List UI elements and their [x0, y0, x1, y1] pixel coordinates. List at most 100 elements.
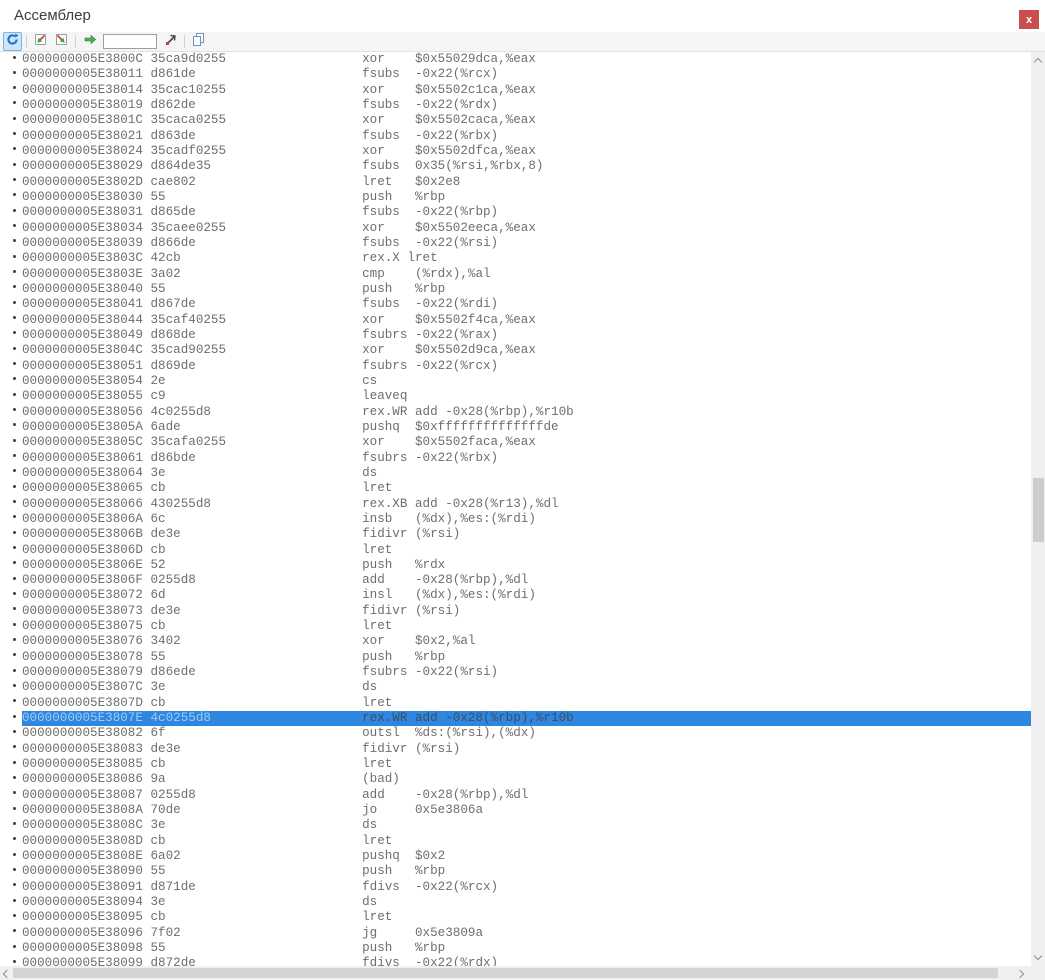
disasm-row[interactable]: 0000000005E3802D cae802 lret $0x2e8	[0, 175, 1031, 190]
breakpoint-gutter[interactable]	[0, 497, 22, 512]
breakpoint-gutter[interactable]	[0, 205, 22, 220]
breakpoint-gutter[interactable]	[0, 98, 22, 113]
breakpoint-gutter[interactable]	[0, 359, 22, 374]
breakpoint-gutter[interactable]	[0, 221, 22, 236]
disasm-row[interactable]: 0000000005E3801C 35caca0255 xor $0x5502c…	[0, 113, 1031, 128]
address-input[interactable]	[103, 34, 157, 49]
disasm-row[interactable]: 0000000005E38049 d868de fsubrs -0x22(%ra…	[0, 328, 1031, 343]
breakpoint-gutter[interactable]	[0, 512, 22, 527]
disasm-row[interactable]: 0000000005E38095 cb lret	[0, 910, 1031, 925]
breakpoint-gutter[interactable]	[0, 956, 22, 966]
disasm-row[interactable]: 0000000005E38075 cb lret	[0, 619, 1031, 634]
breakpoint-gutter[interactable]	[0, 665, 22, 680]
breakpoint-gutter[interactable]	[0, 788, 22, 803]
horizontal-scrollbar-thumb[interactable]	[13, 968, 998, 978]
disasm-row[interactable]: 0000000005E38087 0255d8 add -0x28(%rbp),…	[0, 788, 1031, 803]
power-refresh-button[interactable]	[3, 32, 22, 51]
breakpoint-gutter[interactable]	[0, 466, 22, 481]
disasm-row[interactable]: 0000000005E38091 d871de fdivs -0x22(%rcx…	[0, 880, 1031, 895]
goto-address-button[interactable]	[161, 32, 180, 51]
disasm-row[interactable]: 0000000005E38030 55 push %rbp	[0, 190, 1031, 205]
disasm-row[interactable]: 0000000005E38090 55 push %rbp	[0, 864, 1031, 879]
disasm-row[interactable]: 0000000005E3808A 70de jo 0x5e3806a	[0, 803, 1031, 818]
disasm-row[interactable]: 0000000005E38066 430255d8 rex.XB add -0x…	[0, 497, 1031, 512]
breakpoint-gutter[interactable]	[0, 726, 22, 741]
disasm-row[interactable]: 0000000005E38056 4c0255d8 rex.WR add -0x…	[0, 405, 1031, 420]
breakpoint-gutter[interactable]	[0, 573, 22, 588]
breakpoint-gutter[interactable]	[0, 634, 22, 649]
scroll-right-icon[interactable]	[1016, 969, 1024, 977]
scroll-down-icon[interactable]	[1034, 952, 1042, 960]
breakpoint-gutter[interactable]	[0, 389, 22, 404]
disasm-row[interactable]: 0000000005E38021 d863de fsubs -0x22(%rbx…	[0, 129, 1031, 144]
breakpoint-gutter[interactable]	[0, 313, 22, 328]
disasm-row[interactable]: 0000000005E38099 d872de fdivs -0x22(%rdx…	[0, 956, 1031, 966]
scroll-up-icon[interactable]	[1034, 58, 1042, 66]
disasm-row[interactable]: 0000000005E38072 6d insl (%dx),%es:(%rdi…	[0, 588, 1031, 603]
disasm-row[interactable]: 0000000005E38065 cb lret	[0, 481, 1031, 496]
breakpoint-gutter[interactable]	[0, 742, 22, 757]
disasm-row[interactable]: 0000000005E38073 de3e fidivr (%rsi)	[0, 604, 1031, 619]
breakpoint-gutter[interactable]	[0, 818, 22, 833]
breakpoint-gutter[interactable]	[0, 543, 22, 558]
disasm-row[interactable]: 0000000005E3806B de3e fidivr (%rsi)	[0, 527, 1031, 542]
breakpoint-gutter[interactable]	[0, 328, 22, 343]
disasm-row[interactable]: 0000000005E3803E 3a02 cmp (%rdx),%al	[0, 267, 1031, 282]
disasm-row[interactable]: 0000000005E3807D cb lret	[0, 696, 1031, 711]
disasm-row[interactable]: 0000000005E38086 9a (bad)	[0, 772, 1031, 787]
breakpoint-gutter[interactable]	[0, 619, 22, 634]
disasm-row[interactable]: 0000000005E3805C 35cafa0255 xor $0x5502f…	[0, 435, 1031, 450]
go-button[interactable]	[80, 32, 99, 51]
breakpoint-gutter[interactable]	[0, 880, 22, 895]
disasm-row[interactable]: 0000000005E38078 55 push %rbp	[0, 650, 1031, 665]
breakpoint-gutter[interactable]	[0, 910, 22, 925]
vertical-scrollbar[interactable]	[1031, 52, 1045, 966]
disasm-row[interactable]: 0000000005E38040 55 push %rbp	[0, 282, 1031, 297]
disasm-row[interactable]: 0000000005E3806F 0255d8 add -0x28(%rbp),…	[0, 573, 1031, 588]
disasm-row[interactable]: 0000000005E3806D cb lret	[0, 543, 1031, 558]
breakpoint-gutter[interactable]	[0, 297, 22, 312]
disasm-row[interactable]: 0000000005E38019 d862de fsubs -0x22(%rdx…	[0, 98, 1031, 113]
breakpoint-gutter[interactable]	[0, 803, 22, 818]
breakpoint-gutter[interactable]	[0, 251, 22, 266]
breakpoint-gutter[interactable]	[0, 374, 22, 389]
breakpoint-gutter[interactable]	[0, 588, 22, 603]
breakpoint-gutter[interactable]	[0, 895, 22, 910]
disasm-row[interactable]: 0000000005E38083 de3e fidivr (%rsi)	[0, 742, 1031, 757]
history-forward-button[interactable]	[52, 32, 71, 51]
disasm-row[interactable]: 0000000005E3800C 35ca9d0255 xor $0x55029…	[0, 52, 1031, 67]
disasm-row[interactable]: 0000000005E38031 d865de fsubs -0x22(%rbp…	[0, 205, 1031, 220]
disasm-row[interactable]: 0000000005E38076 3402 xor $0x2,%al	[0, 634, 1031, 649]
breakpoint-gutter[interactable]	[0, 558, 22, 573]
disasm-row[interactable]: 0000000005E3803C 42cb rex.X lret	[0, 251, 1031, 266]
copy-button[interactable]	[189, 32, 208, 51]
disasm-row[interactable]: 0000000005E3808D cb lret	[0, 834, 1031, 849]
breakpoint-gutter[interactable]	[0, 343, 22, 358]
disasm-row[interactable]: 0000000005E38041 d867de fsubs -0x22(%rdi…	[0, 297, 1031, 312]
breakpoint-gutter[interactable]	[0, 405, 22, 420]
breakpoint-gutter[interactable]	[0, 451, 22, 466]
close-button[interactable]: x	[1019, 10, 1039, 29]
breakpoint-gutter[interactable]	[0, 604, 22, 619]
disasm-row[interactable]: 0000000005E38051 d869de fsubrs -0x22(%rc…	[0, 359, 1031, 374]
disasm-row[interactable]: 0000000005E3804C 35cad90255 xor $0x5502d…	[0, 343, 1031, 358]
breakpoint-gutter[interactable]	[0, 757, 22, 772]
disasm-row[interactable]: 0000000005E3806A 6c insb (%dx),%es:(%rdi…	[0, 512, 1031, 527]
breakpoint-gutter[interactable]	[0, 159, 22, 174]
disasm-row[interactable]: 0000000005E38029 d864de35 fsubs 0x35(%rs…	[0, 159, 1031, 174]
disasm-row[interactable]: 0000000005E3805A 6ade pushq $0xfffffffff…	[0, 420, 1031, 435]
disasm-row[interactable]: 0000000005E38082 6f outsl %ds:(%rsi),(%d…	[0, 726, 1031, 741]
disasm-row[interactable]: 0000000005E38098 55 push %rbp	[0, 941, 1031, 956]
disasm-row[interactable]: 0000000005E38055 c9 leaveq	[0, 389, 1031, 404]
disasm-row[interactable]: 0000000005E38011 d861de fsubs -0x22(%rcx…	[0, 67, 1031, 82]
breakpoint-gutter[interactable]	[0, 236, 22, 251]
breakpoint-gutter[interactable]	[0, 144, 22, 159]
breakpoint-gutter[interactable]	[0, 267, 22, 282]
disasm-row[interactable]: 0000000005E3807C 3e ds	[0, 680, 1031, 695]
breakpoint-gutter[interactable]	[0, 696, 22, 711]
disasm-row[interactable]: 0000000005E38014 35cac10255 xor $0x5502c…	[0, 83, 1031, 98]
breakpoint-gutter[interactable]	[0, 926, 22, 941]
breakpoint-gutter[interactable]	[0, 435, 22, 450]
breakpoint-gutter[interactable]	[0, 849, 22, 864]
breakpoint-gutter[interactable]	[0, 711, 22, 726]
